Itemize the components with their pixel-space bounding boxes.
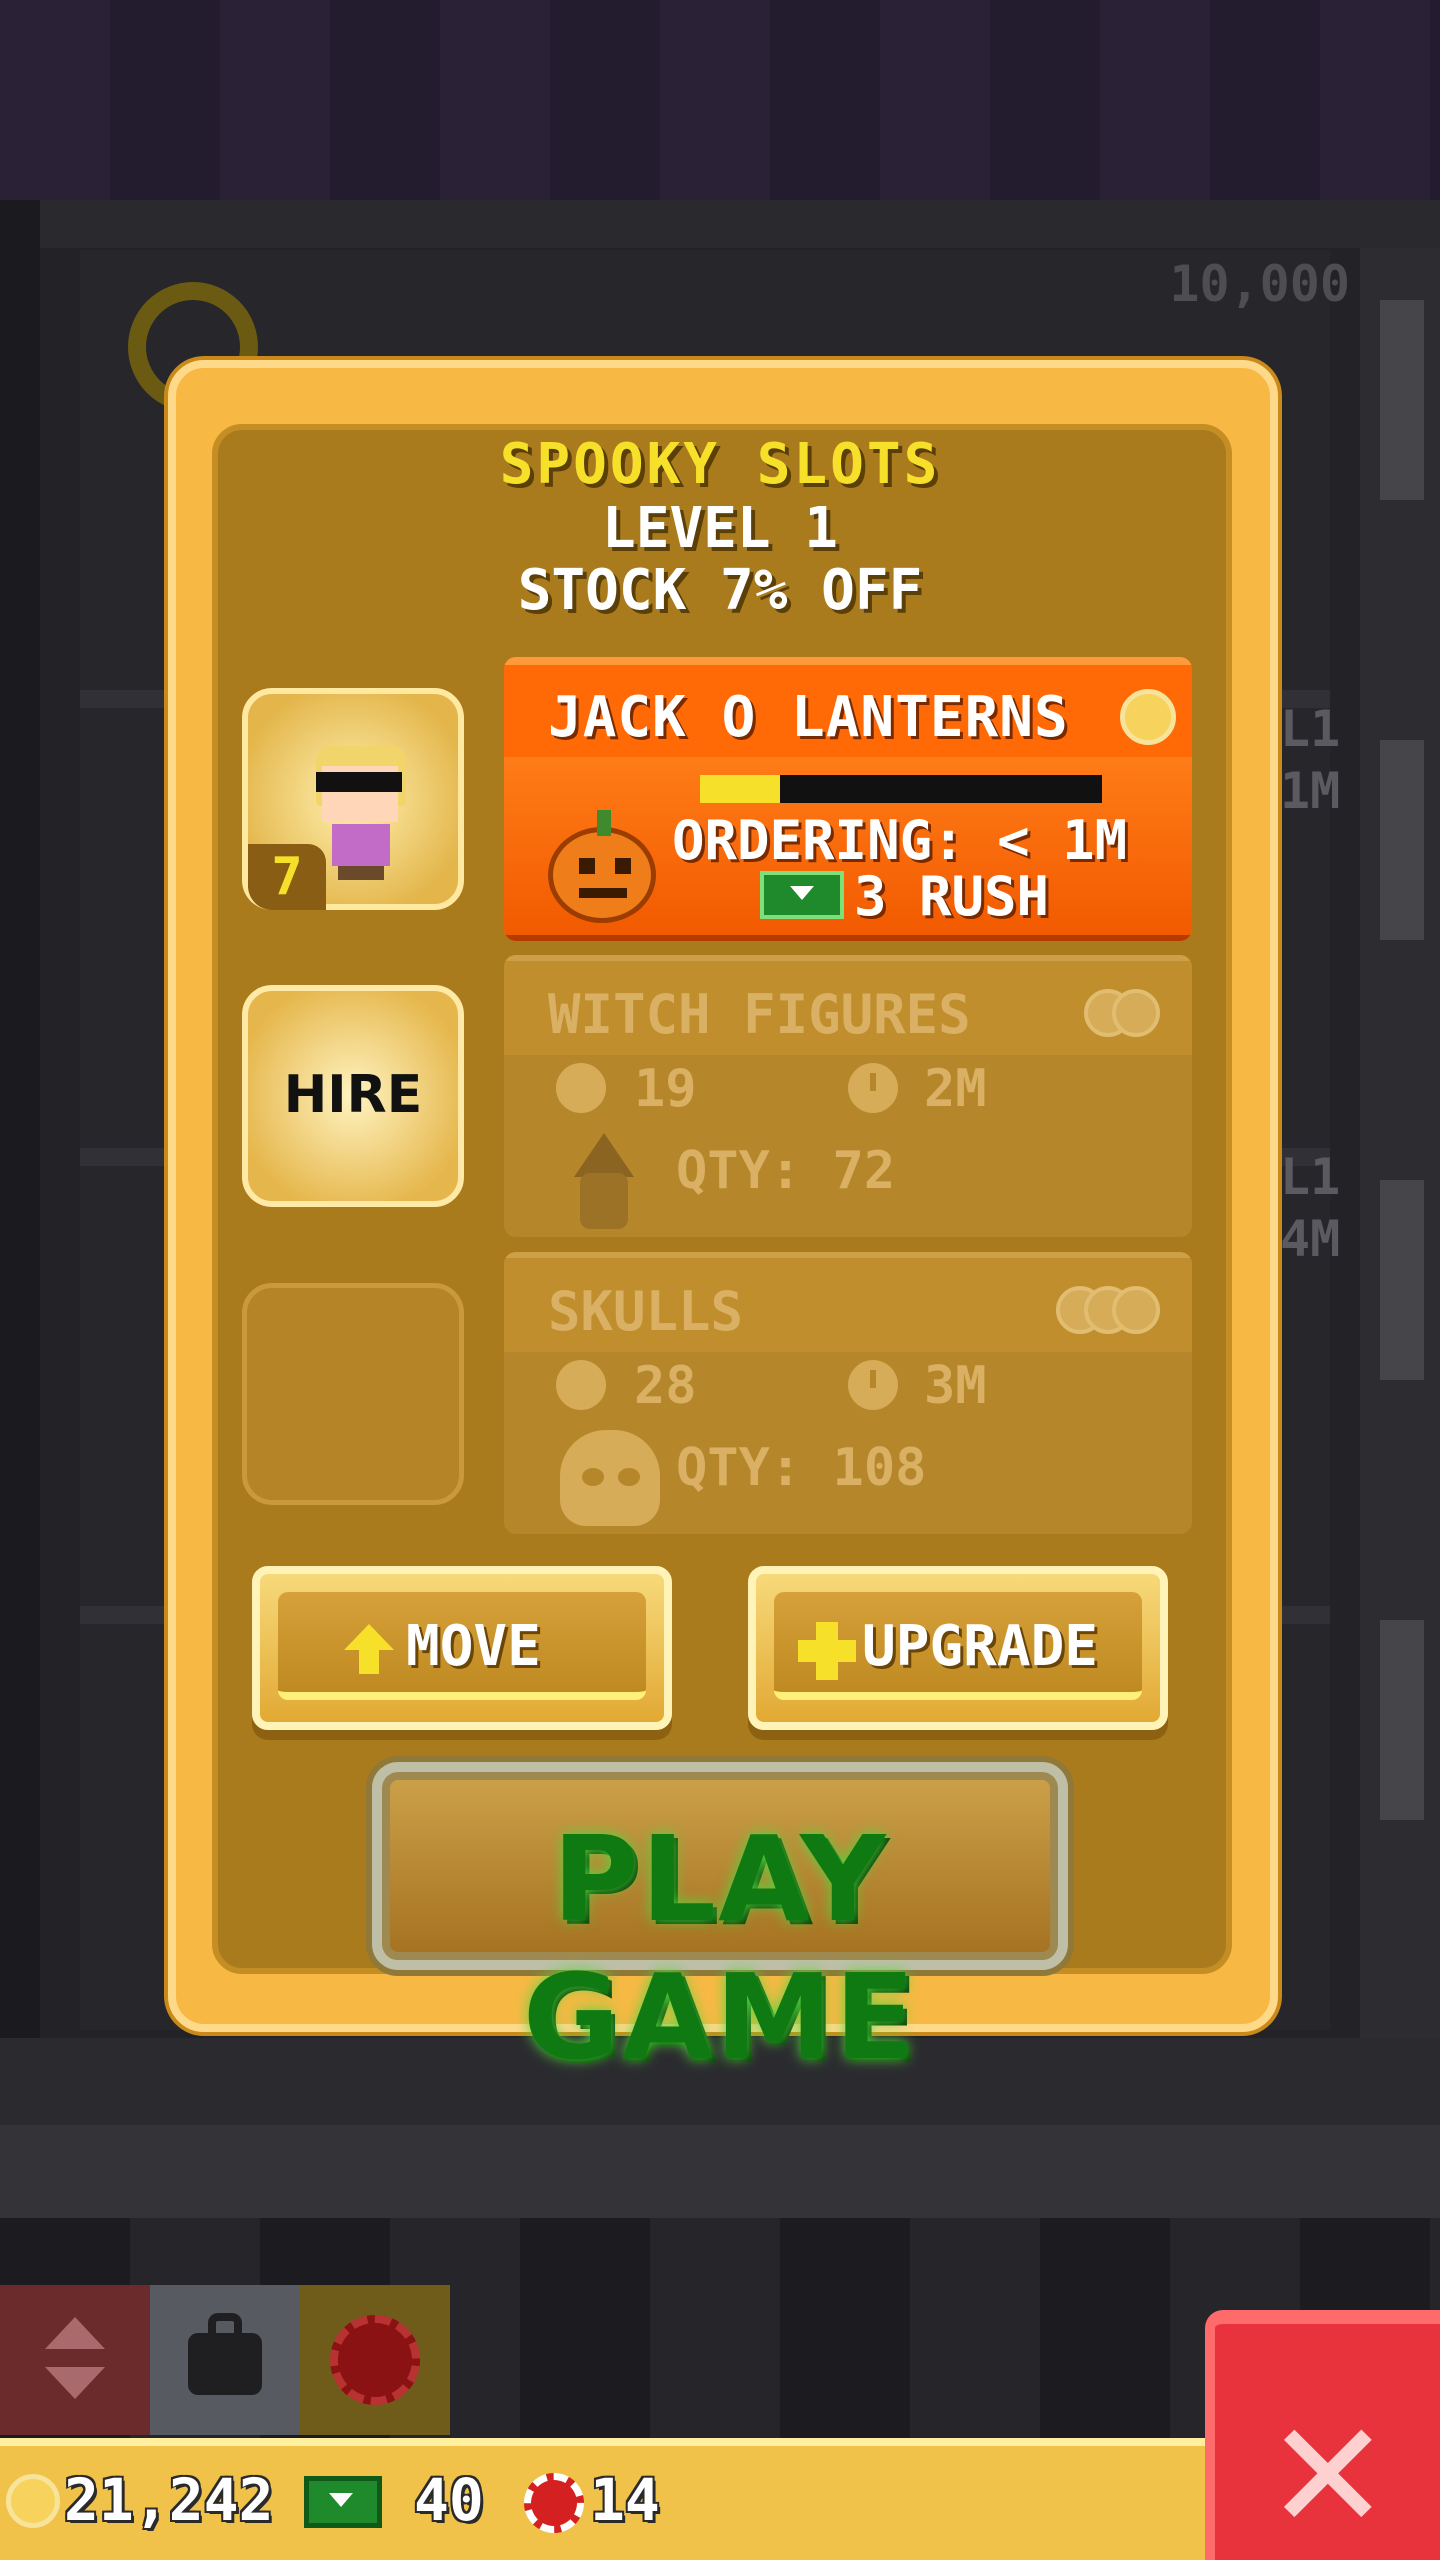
bux-count: 40 [414, 2466, 484, 2534]
arrow-up-icon [45, 2317, 105, 2349]
product-quantity: QTY: 72 [676, 1141, 896, 1201]
floor-cost-label: 10,000 [1169, 255, 1350, 313]
token-count: 14 [590, 2466, 660, 2534]
dream-job-badge: 7 [248, 844, 326, 910]
coin-icon [1120, 689, 1176, 745]
witch-icon [564, 1133, 644, 1233]
stock-discount: STOCK 7% OFF [517, 558, 923, 623]
shop-name: SPOOKY SLOTS [499, 432, 941, 497]
coins-icon [1084, 989, 1184, 1039]
clock-icon [848, 1360, 898, 1410]
floor-side-label: 4M [1280, 1210, 1341, 1268]
clock-icon [848, 1063, 898, 1113]
tokens-button[interactable] [300, 2285, 450, 2435]
product-row-1[interactable]: JACK O LANTERNS ORDERING: < 1M 3 RUSH [504, 657, 1192, 941]
plus-icon [798, 1622, 856, 1680]
product-time: 3M [924, 1356, 987, 1416]
coin-count: 21,242 [64, 2466, 274, 2534]
staff-slot-1[interactable]: 7 [242, 688, 464, 910]
coin-icon [556, 1360, 606, 1410]
upgrade-button[interactable]: UPGRADE [748, 1566, 1168, 1730]
close-icon: ✕ [1265, 2390, 1391, 2560]
close-button[interactable]: ✕ [1205, 2310, 1440, 2560]
product-quantity: QTY: 108 [676, 1438, 927, 1498]
coins-icon [1056, 1286, 1160, 1336]
coin-icon [556, 1063, 606, 1113]
elevator-button[interactable] [0, 2285, 150, 2435]
ordering-status: ORDERING: < 1M [672, 809, 1128, 872]
product-cost: 19 [634, 1059, 697, 1119]
product-cost: 28 [634, 1356, 697, 1416]
coin-icon [6, 2474, 60, 2528]
skull-icon [560, 1430, 660, 1526]
play-game-label: PLAY GAME [522, 1810, 918, 2086]
shopping-bag-icon [188, 2333, 262, 2395]
progress-fill [700, 775, 781, 803]
token-chip-icon [330, 2315, 420, 2405]
product-name: WITCH FIGURES [548, 983, 971, 1046]
floor-side-label: L1 [1280, 700, 1341, 758]
product-name: JACK O LANTERNS [548, 685, 1069, 750]
product-row-2[interactable]: WITCH FIGURES 19 2M QTY: 72 [504, 955, 1192, 1237]
move-button[interactable]: MOVE [252, 1566, 672, 1730]
tower-roof [40, 200, 1440, 248]
floor-side-label: 1M [1280, 762, 1341, 820]
upgrade-label: UPGRADE [862, 1614, 1099, 1679]
shop-level: LEVEL 1 [601, 496, 838, 561]
product-row-3[interactable]: SKULLS 28 3M QTY: 108 [504, 1252, 1192, 1534]
floor-side-label: L1 [1280, 1148, 1341, 1206]
hire-label: HIRE [283, 1065, 423, 1125]
rush-label[interactable]: 3 RUSH [854, 865, 1049, 928]
game-screen: 10,000 L1 1M L1 4M 21,242 40 14 ✕ SPOOKY… [0, 0, 1440, 2560]
move-label: MOVE [406, 1614, 541, 1679]
rush-bux-icon[interactable] [760, 871, 844, 919]
top-floor-background [0, 0, 1440, 200]
product-time: 2M [924, 1059, 987, 1119]
hire-button[interactable]: HIRE [242, 985, 464, 1207]
staff-slot-locked [242, 1283, 464, 1505]
token-icon [524, 2473, 584, 2533]
bux-icon [304, 2476, 382, 2528]
arrow-up-icon [344, 1624, 394, 1674]
sunglasses-icon [316, 772, 402, 792]
shop-bag-button[interactable] [150, 2285, 300, 2435]
play-game-button[interactable]: PLAY GAME [372, 1762, 1068, 2086]
product-name: SKULLS [548, 1280, 744, 1343]
stock-progress-bar [700, 775, 1102, 803]
lobby-band [0, 2125, 1440, 2220]
pumpkin-icon [548, 810, 656, 923]
arrow-down-icon [45, 2367, 105, 2399]
